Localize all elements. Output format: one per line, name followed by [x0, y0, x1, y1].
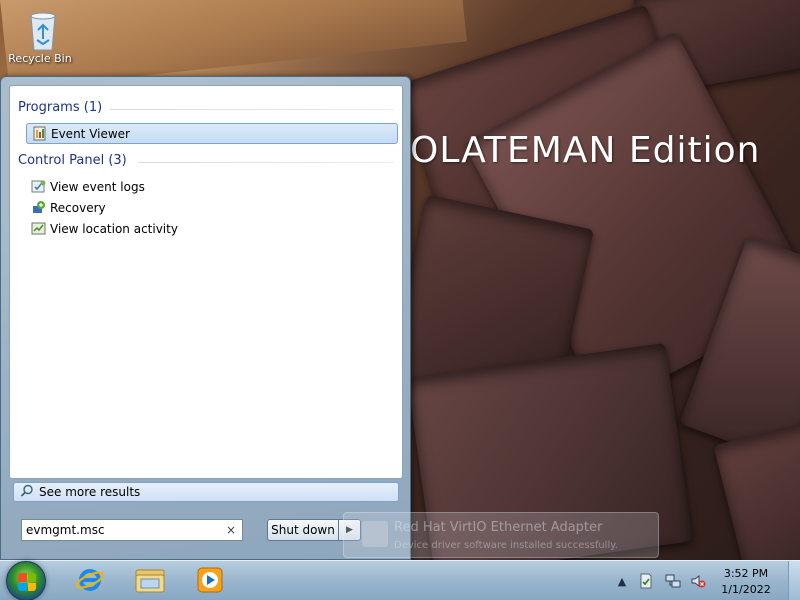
result-view-event-logs[interactable]: View event logs — [26, 176, 398, 197]
start-button[interactable] — [6, 561, 46, 600]
divider — [110, 109, 394, 110]
clock-time: 3:52 PM — [723, 567, 769, 580]
show-desktop-button[interactable] — [788, 561, 800, 600]
recycle-bin-label: Recycle Bin — [8, 52, 72, 65]
result-label: View location activity — [50, 221, 178, 236]
volume-muted-icon[interactable] — [690, 573, 706, 589]
show-hidden-icons-chevron[interactable]: ▲ — [614, 573, 630, 589]
internet-explorer-icon — [75, 565, 105, 598]
magnifier-icon — [20, 484, 34, 501]
device-icon — [362, 521, 388, 547]
result-label: Recovery — [50, 200, 106, 215]
result-event-viewer[interactable]: Event Viewer — [26, 123, 398, 144]
windows-logo-icon — [18, 573, 36, 591]
result-view-location-activity[interactable]: View location activity — [26, 218, 398, 239]
notification-body: Device driver software installed success… — [394, 540, 618, 551]
search-input[interactable] — [26, 523, 216, 537]
action-center-icon[interactable] — [638, 573, 654, 589]
recycle-bin-shortcut[interactable]: Recycle Bin — [6, 6, 74, 65]
search-results-panel: Programs (1) Event Viewer Control Panel … — [9, 85, 403, 479]
result-recovery[interactable]: Recovery — [26, 197, 398, 218]
windows-explorer-icon — [134, 566, 166, 597]
internet-explorer-button[interactable] — [70, 564, 110, 598]
clear-search-icon[interactable]: × — [226, 523, 236, 537]
divider — [138, 162, 394, 163]
wallpaper-edition-text: OLATEMAN Edition — [410, 130, 761, 171]
network-icon[interactable] — [665, 573, 681, 589]
recovery-icon — [31, 200, 46, 215]
event-logs-icon — [31, 179, 46, 194]
group-title-control-panel[interactable]: Control Panel (3) — [18, 153, 127, 168]
start-search-box[interactable]: × — [21, 519, 243, 541]
notification-title: Red Hat VirtIO Ethernet Adapter — [394, 520, 603, 535]
clock-date: 1/1/2022 — [721, 583, 771, 596]
group-title-programs[interactable]: Programs (1) — [18, 100, 102, 115]
see-more-results-button[interactable]: See more results — [13, 482, 399, 502]
start-menu: Programs (1) Event Viewer Control Panel … — [0, 76, 411, 560]
media-player-button[interactable] — [190, 564, 230, 598]
media-player-icon — [195, 565, 225, 598]
result-label: View event logs — [50, 179, 145, 194]
taskbar-clock[interactable]: 3:52 PM 1/1/2022 — [716, 566, 776, 598]
see-more-label: See more results — [39, 485, 141, 499]
event-viewer-icon — [32, 126, 47, 141]
driver-install-notification[interactable]: Red Hat VirtIO Ethernet Adapter Device d… — [343, 512, 659, 558]
result-label: Event Viewer — [51, 126, 130, 141]
recycle-bin-icon — [25, 8, 56, 51]
windows-explorer-button[interactable] — [130, 564, 170, 598]
location-activity-icon — [31, 221, 46, 236]
taskbar: ▲ 3:52 PM 1/1/2022 — [0, 560, 800, 600]
shutdown-button[interactable]: Shut down — [267, 519, 339, 541]
